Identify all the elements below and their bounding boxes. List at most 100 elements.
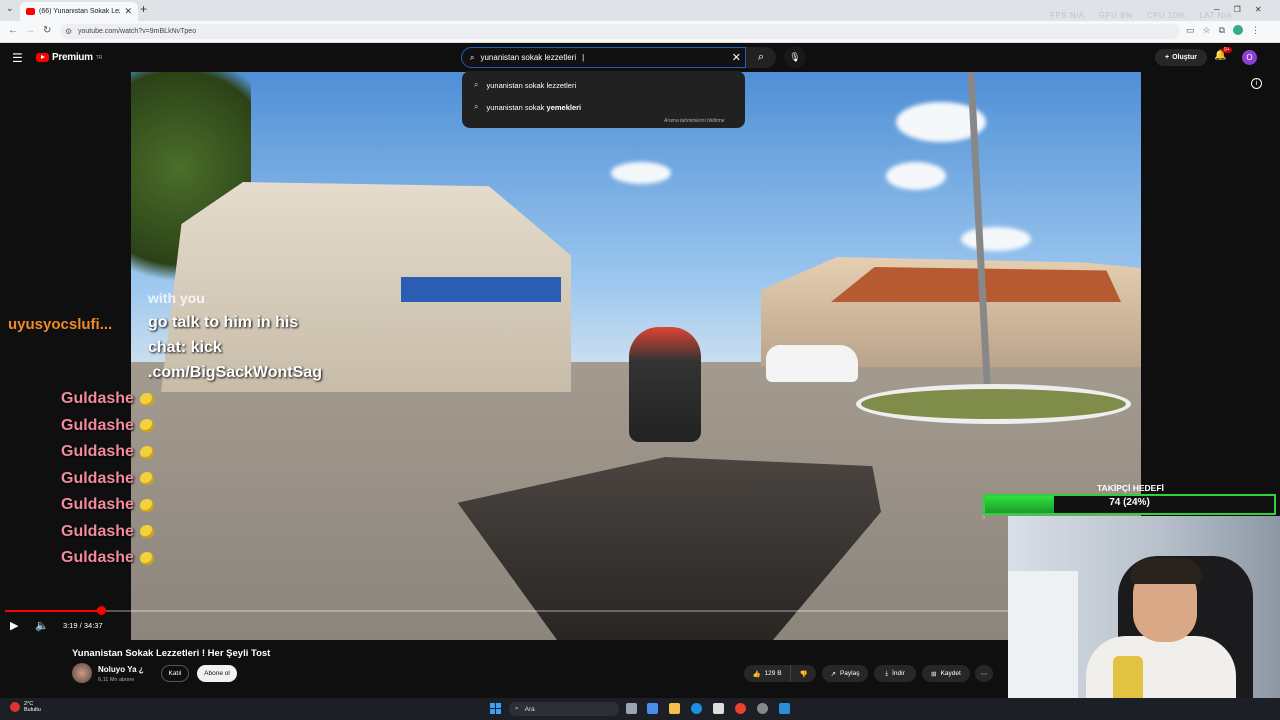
chrome-icon[interactable] bbox=[735, 703, 746, 714]
follower-goal-start: 0 bbox=[982, 515, 985, 521]
thumbs-down-icon: 👎 bbox=[799, 670, 808, 678]
play-button[interactable]: ▶ bbox=[10, 619, 18, 632]
taskbar-search-label: Ara bbox=[524, 705, 535, 713]
video-awning bbox=[401, 277, 561, 302]
more-actions-button[interactable]: ⋯ bbox=[975, 665, 993, 682]
store-icon[interactable] bbox=[713, 703, 724, 714]
emoji-icon bbox=[139, 525, 154, 538]
follower-goal-title: TAKİPÇİ HEDEFİ bbox=[1097, 483, 1164, 493]
chat-spam-name: Guldashe bbox=[61, 390, 134, 407]
download-button[interactable]: ⤓ İndir bbox=[874, 665, 916, 682]
close-window-icon[interactable]: ✕ bbox=[1255, 5, 1262, 14]
subscribe-button[interactable]: Abone ol bbox=[197, 665, 237, 682]
fps-stat: FPS N/A bbox=[1050, 11, 1085, 20]
app-icon[interactable] bbox=[757, 703, 768, 714]
suggestion-bold: yemekleri bbox=[546, 102, 582, 112]
weather-icon bbox=[10, 702, 20, 712]
follower-goal-text: 74 (24%) bbox=[1109, 497, 1150, 508]
search-icon: ⌕ bbox=[470, 52, 475, 62]
video-roundabout bbox=[856, 384, 1131, 424]
window-controls: ─ ❐ ✕ bbox=[1214, 5, 1262, 14]
weather-widget[interactable]: 2°C Bulutlu bbox=[10, 701, 41, 713]
info-icon[interactable]: i bbox=[1251, 78, 1262, 89]
app-icon[interactable] bbox=[779, 703, 790, 714]
subscriber-count: 6,11 Mn abone bbox=[98, 677, 135, 683]
video-title: Yunanistan Sokak Lezzetleri ! Her Şeyli … bbox=[72, 648, 271, 659]
create-button[interactable]: + Oluştur bbox=[1155, 49, 1207, 66]
logo-text: Premium bbox=[52, 52, 93, 63]
progress-fill bbox=[5, 610, 102, 612]
thumbs-up-icon: 👍 bbox=[752, 670, 761, 678]
account-avatar[interactable]: O bbox=[1242, 50, 1257, 65]
search-button[interactable]: ⌕ bbox=[746, 47, 776, 68]
windows-start-icon[interactable] bbox=[490, 703, 501, 714]
webcam-microphone bbox=[1113, 656, 1143, 700]
reload-icon[interactable]: ↻ bbox=[43, 25, 51, 36]
suggestion-item[interactable]: ⌕ yunanistan sokak yemekleri bbox=[474, 102, 581, 112]
tab-search-icon[interactable]: ⌄ bbox=[6, 3, 14, 14]
close-tab-icon[interactable]: ✕ bbox=[124, 6, 132, 17]
chat-spam-line: Guldashe bbox=[61, 390, 154, 408]
menu-icon[interactable]: ☰ bbox=[12, 51, 23, 65]
webcam-hair bbox=[1130, 558, 1202, 584]
chat-spam-line: Guldashe bbox=[61, 443, 154, 461]
like-count: 129 B bbox=[764, 670, 782, 677]
chat-message-line: go talk to him in his bbox=[148, 314, 299, 331]
time-display: 3:19 / 34:37 bbox=[63, 621, 103, 630]
save-button[interactable]: ⊞ Kaydet bbox=[922, 665, 970, 682]
video-cloud bbox=[611, 162, 671, 184]
emoji-icon bbox=[139, 472, 154, 485]
bookmark-star-icon[interactable]: ☆ bbox=[1203, 25, 1211, 36]
video-roof bbox=[831, 267, 1121, 302]
emoji-icon bbox=[139, 445, 154, 459]
task-view-icon[interactable] bbox=[626, 703, 637, 714]
taskbar-search[interactable]: ⌕ Ara bbox=[509, 702, 619, 716]
browser-menu-icon[interactable]: ⋮ bbox=[1251, 25, 1260, 36]
edge-icon[interactable] bbox=[691, 703, 702, 714]
voice-search-button[interactable]: 🎙 bbox=[784, 46, 806, 68]
dislike-button[interactable]: 👎 bbox=[790, 665, 816, 682]
chat-message-partial: with you bbox=[148, 290, 205, 306]
chat-message-line: chat: kick bbox=[148, 339, 222, 356]
channel-name[interactable]: Noluyo Ya ¿ bbox=[98, 665, 144, 674]
suggestion-text: yunanistan sokak bbox=[486, 102, 547, 112]
webcam-shirt bbox=[1086, 636, 1236, 700]
share-icon: ↗ bbox=[830, 670, 836, 678]
share-button[interactable]: ↗ Paylaş bbox=[822, 665, 868, 682]
search-icon: ⌕ bbox=[474, 80, 479, 89]
logo-region: TR bbox=[95, 54, 103, 61]
maximize-icon[interactable]: ❐ bbox=[1234, 5, 1241, 14]
chat-spam-name: Guldashe bbox=[61, 469, 134, 487]
search-input[interactable]: ⌕ yunanistan sokak lezzetleri | ✕ bbox=[461, 47, 746, 68]
minimize-icon[interactable]: ─ bbox=[1214, 5, 1220, 14]
progress-track[interactable] bbox=[5, 610, 1010, 612]
url-text: youtube.com/watch?v=9mBLkNvTpeo bbox=[78, 28, 197, 35]
forward-icon[interactable]: → bbox=[25, 25, 35, 36]
join-button[interactable]: Katıl bbox=[161, 665, 189, 682]
suggestion-item[interactable]: ⌕ yunanistan sokak lezzetleri bbox=[474, 80, 576, 90]
url-field[interactable]: youtube.com/watch?v=9mBLkNvTpeo bbox=[60, 24, 1180, 39]
chat-message-line: .com/BigSackWontSag bbox=[148, 364, 322, 381]
app-icon[interactable] bbox=[647, 703, 658, 714]
chat-spam-line: Guldashe bbox=[61, 523, 154, 541]
windows-taskbar bbox=[0, 698, 1280, 720]
youtube-logo[interactable]: Premium TR bbox=[36, 52, 102, 63]
save-label: Kaydet bbox=[940, 670, 961, 677]
download-icon: ⤓ bbox=[885, 669, 889, 677]
like-button[interactable]: 👍 129 B bbox=[744, 665, 790, 682]
profile-avatar[interactable] bbox=[1233, 25, 1244, 35]
file-explorer-icon[interactable] bbox=[669, 703, 680, 714]
volume-icon[interactable]: 🔈 bbox=[35, 619, 49, 632]
channel-avatar[interactable] bbox=[72, 663, 92, 683]
chat-spam-line: Guldashe bbox=[61, 470, 154, 488]
new-tab-button[interactable]: + bbox=[140, 2, 147, 16]
video-player[interactable] bbox=[131, 72, 1141, 640]
emoji-icon bbox=[139, 551, 154, 565]
report-predictions-link[interactable]: Arama tahminlerini bildirme bbox=[664, 118, 725, 124]
browser-tab[interactable]: (66) Yunanistan Sokak Lezzetler... ✕ bbox=[20, 2, 138, 21]
progress-scrubber[interactable] bbox=[97, 606, 107, 615]
cast-icon[interactable]: ▭ bbox=[1186, 25, 1195, 36]
clear-search-icon[interactable]: ✕ bbox=[732, 51, 741, 64]
back-icon[interactable]: ← bbox=[8, 25, 18, 36]
extensions-icon[interactable]: ⧉ bbox=[1219, 25, 1225, 36]
